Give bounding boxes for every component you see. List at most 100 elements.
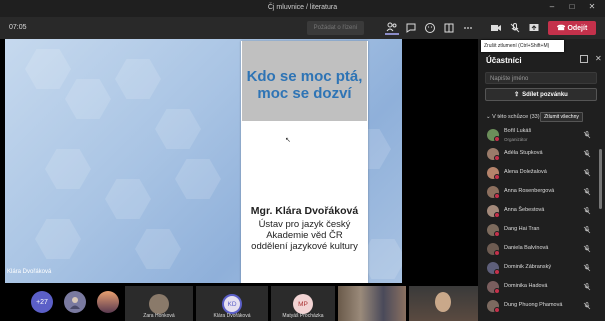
close-panel-icon[interactable]: ✕	[595, 54, 602, 63]
avatar	[487, 224, 500, 237]
close-window-icon[interactable]: ✕	[585, 2, 599, 11]
meeting-timer: 07:05	[9, 24, 27, 31]
participant-thumbnail[interactable]	[97, 291, 119, 313]
unmute-tooltip: Zrušit ztlumení (Ctrl+Shift+M)	[481, 40, 564, 52]
slide-title: Kdo se moc ptá, moc se dozví	[241, 68, 368, 102]
mute-all-button[interactable]: Ztlumit všechny	[540, 112, 583, 122]
popout-icon[interactable]	[580, 55, 588, 63]
avatar: KD	[222, 294, 242, 314]
rooms-icon[interactable]	[442, 21, 456, 35]
slide-title-line-1: Kdo se moc ptá,	[246, 68, 363, 85]
share-icon: ⇪	[514, 92, 520, 98]
avatar	[487, 129, 500, 142]
participant-name: Alena Doležalová	[504, 169, 547, 175]
participant-row[interactable]: Bořil Lukáš Organizátor	[478, 126, 598, 145]
shared-content-stage: Kdo se moc ptá, moc se dozví Mgr. Klára …	[0, 39, 478, 297]
participant-tile[interactable]: Zara Honková	[125, 286, 193, 321]
participant-row[interactable]: Anna Rosenbergová	[478, 183, 598, 202]
avatar	[487, 186, 500, 199]
participant-tile[interactable]: KD Klára Dvořáková	[196, 286, 268, 321]
participant-name: Adéla Stupková	[504, 150, 543, 156]
chat-icon[interactable]	[404, 21, 418, 35]
window-title: Čj mluvnice / literatura	[267, 4, 338, 11]
avatar	[487, 167, 500, 180]
chevron-down-icon: ⌄	[486, 114, 491, 120]
participant-list: Bořil Lukáš Organizátor Adéla Stupková Alen…	[478, 126, 598, 321]
participants-panel: Účastníci ✕ Napište jméno ⇪ Sdílet pozvá…	[478, 39, 605, 321]
participant-name: Matyáš Procházka	[282, 313, 324, 319]
participant-name: Zara Honková	[143, 313, 175, 319]
microphone-muted-icon[interactable]	[583, 283, 591, 291]
participant-name: Dominik Zábranský	[504, 264, 552, 270]
microphone-muted-icon[interactable]	[583, 226, 591, 234]
microphone-muted-icon[interactable]	[583, 169, 591, 177]
person-photo-icon	[70, 297, 80, 309]
microphone-muted-icon[interactable]	[583, 188, 591, 196]
more-options-icon[interactable]	[461, 21, 475, 35]
leave-label: Odejít	[567, 24, 588, 32]
participant-thumbnail[interactable]	[64, 291, 86, 313]
participant-row[interactable]: Anna Šebestová	[478, 202, 598, 221]
panel-title: Účastníci	[486, 56, 522, 65]
minimize-icon[interactable]: –	[545, 2, 559, 11]
share-invite-label: Sdílet pozvánku	[522, 91, 568, 98]
maximize-icon[interactable]: □	[565, 2, 579, 11]
participant-tile[interactable]: MP Matyáš Procházka	[271, 286, 335, 321]
share-invite-button[interactable]: ⇪ Sdílet pozvánku	[485, 88, 597, 101]
avatar	[487, 205, 500, 218]
participant-name: Dominika Hadová	[504, 283, 548, 289]
participant-name: Anna Šebestová	[504, 207, 545, 213]
slide-author: Mgr. Klára Dvořáková	[250, 205, 359, 217]
presenter-label: Klára Dvořáková	[7, 269, 52, 275]
participant-row[interactable]: Dominika Hadová	[478, 278, 598, 297]
participant-role: Organizátor	[504, 137, 528, 142]
camera-icon[interactable]	[489, 21, 503, 35]
participant-row[interactable]: Daniela Balvínová	[478, 240, 598, 259]
leave-button[interactable]: ☎ Odejít	[548, 21, 596, 35]
title-bar: Čj mluvnice / literatura – □ ✕	[0, 0, 605, 17]
avatar	[487, 243, 500, 256]
participant-row[interactable]: Dung Phuong Phamová	[478, 297, 598, 316]
microphone-muted-icon[interactable]	[583, 264, 591, 272]
slide-card: Kdo se moc ptá, moc se dozví Mgr. Klára …	[241, 41, 368, 297]
overflow-participants-button[interactable]: +27	[31, 291, 53, 313]
participant-row[interactable]: Dominik Zábranský	[478, 259, 598, 278]
participant-list-scrollbar[interactable]	[599, 149, 602, 209]
participant-name: Bořil Lukáš	[504, 128, 532, 134]
in-meeting-section-header[interactable]: ⌄ V této schůzce (33)	[486, 114, 540, 120]
share-screen-icon[interactable]	[527, 21, 541, 35]
avatar: MP	[293, 294, 313, 314]
request-control-button[interactable]: Požádat o řízení	[307, 21, 364, 35]
participant-row[interactable]: Alena Doležalová	[478, 164, 598, 183]
participant-row[interactable]: Dang Hai Tran	[478, 221, 598, 240]
hangup-icon: ☎	[556, 25, 566, 32]
section-label: V této schůzce (33)	[492, 114, 540, 120]
slide-institution-line-2: Akademie věd ČR	[266, 230, 343, 241]
participant-row[interactable]: Adéla Stupková	[478, 145, 598, 164]
microphone-muted-icon[interactable]	[583, 150, 591, 158]
participant-name: Klára Dvořáková	[213, 313, 251, 319]
microphone-muted-icon[interactable]	[583, 302, 591, 310]
microphone-muted-icon[interactable]	[583, 131, 591, 139]
avatar	[487, 262, 500, 275]
participant-search-input[interactable]: Napište jméno	[485, 72, 597, 84]
video-grid-tile[interactable]	[338, 286, 406, 321]
participants-icon[interactable]	[385, 21, 399, 35]
slide-institution-line-1: Ústav pro jazyk český	[258, 219, 351, 230]
slide-author-block: Mgr. Klára Dvořáková Ústav pro jazyk čes…	[241, 205, 368, 253]
participant-gallery: +27 Zara Honková KD Klára Dvořáková MP M…	[0, 283, 478, 321]
microphone-muted-icon[interactable]	[583, 207, 591, 215]
mouse-cursor-icon: ↖	[285, 137, 291, 144]
avatar	[487, 148, 500, 161]
microphone-muted-icon[interactable]	[508, 21, 522, 35]
participant-name: Anna Rosenbergová	[504, 188, 555, 194]
microphone-muted-icon[interactable]	[583, 245, 591, 253]
participant-name: Dang Hai Tran	[504, 226, 540, 232]
meeting-toolbar: 07:05 Požádat o řízení ☎ Odejít	[0, 17, 605, 39]
person-video-icon	[435, 292, 451, 312]
reactions-icon[interactable]	[423, 21, 437, 35]
participant-name: Daniela Balvínová	[504, 245, 549, 251]
slide-title-line-2: moc se dozví	[257, 85, 352, 102]
self-video-tile[interactable]	[409, 286, 478, 321]
avatar	[487, 300, 500, 313]
